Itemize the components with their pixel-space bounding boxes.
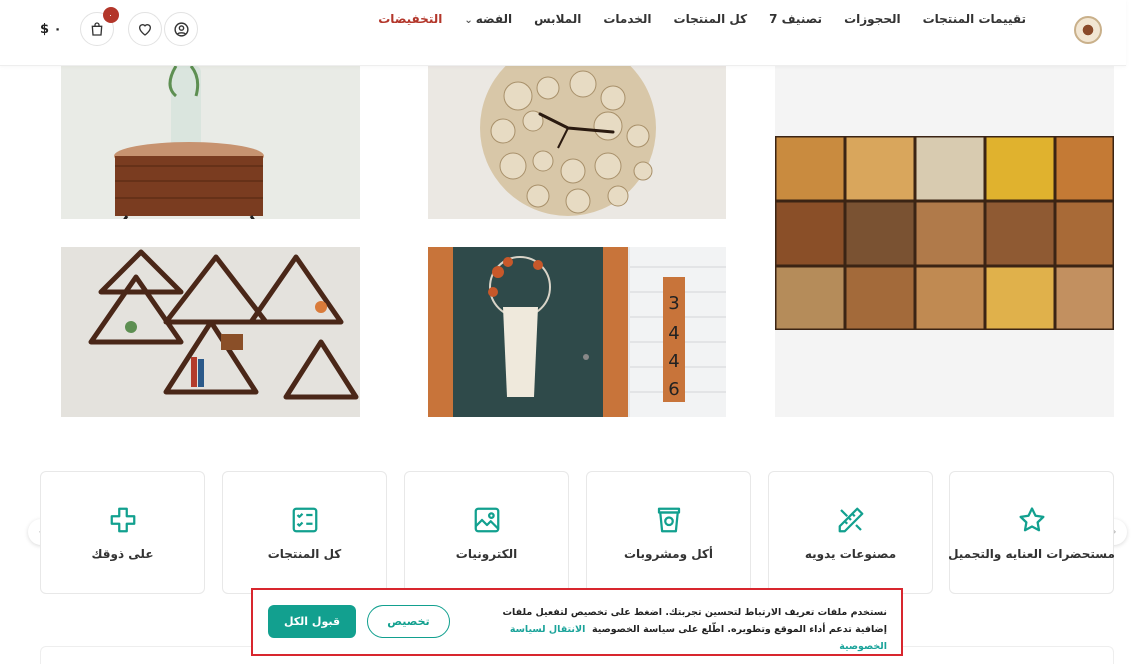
category-beauty[interactable]: مستحضرات العنايه والتجميل (948, 471, 1115, 594)
image-icon (474, 507, 499, 532)
category-label: على ذوقك (91, 546, 154, 561)
checklist-icon (292, 507, 317, 532)
wood-blocks-card[interactable] (775, 66, 1114, 417)
category-electronics[interactable]: الكترونيات (404, 471, 569, 594)
header-actions: $ ٠ ٠ (40, 7, 162, 46)
cart-button[interactable]: ٠ (79, 7, 119, 46)
door-wreath-image: 3 4 4 6 (408, 247, 726, 417)
customize-button[interactable]: تخصيص (367, 605, 450, 638)
ruler-pencil-icon (838, 507, 863, 532)
cookie-message: نستخدم ملفات تعريف الارتباط لتحسين تجربت… (483, 604, 887, 655)
user-icon (173, 21, 189, 37)
category-label: الكترونيات (455, 546, 518, 561)
triangle-shelves-image (41, 247, 360, 417)
svg-text:3: 3 (668, 293, 679, 314)
category-food-drinks[interactable]: أكل ومشروبات (586, 471, 751, 594)
svg-text:6: 6 (668, 379, 679, 400)
svg-text:4: 4 (668, 351, 679, 372)
category-label: كل المنتجات (267, 546, 342, 561)
category-handmade[interactable]: مصنوعات يدويه (768, 471, 933, 594)
account-button[interactable] (164, 12, 198, 46)
svg-text:4: 4 (668, 323, 679, 344)
door-wreath-card[interactable]: 3 4 4 6 (408, 247, 726, 417)
nav-item-bookings[interactable]: الحجوزات (844, 12, 901, 26)
category-all-products[interactable]: كل المنتجات (222, 471, 387, 594)
category-your-taste[interactable]: على ذوقك (40, 471, 205, 594)
wood-stump-table-card[interactable] (41, 66, 360, 219)
chevron-down-icon: ⌄ (464, 15, 473, 26)
wood-clock-image (408, 66, 726, 219)
wishlist-button[interactable] (127, 12, 162, 46)
cup-icon (657, 507, 680, 532)
category-label: أكل ومشروبات (623, 546, 714, 561)
site-header: التخفيضات الفضه⌄ الملابس الخدمات كل المن… (0, 0, 1126, 66)
nav-item-all-products[interactable]: كل المنتجات (674, 12, 748, 26)
star-icon (1019, 506, 1044, 531)
accept-all-button[interactable]: قبول الكل (268, 605, 356, 638)
nav-item-services[interactable]: الخدمات (603, 12, 651, 26)
plus-icon (110, 507, 135, 532)
heart-icon (138, 24, 151, 36)
nav-item-category-7[interactable]: تصنيف 7 (769, 12, 822, 26)
cart-count-badge: ٠ (102, 7, 119, 23)
nav-item-reviews[interactable]: تقييمات المنتجات (923, 12, 1026, 26)
categories-row: مستحضرات العنايه والتجميل مصنوعات يدويه … (40, 471, 1115, 594)
wood-blocks-image (775, 136, 1114, 330)
store-logo[interactable] (1074, 16, 1102, 44)
bag-icon (91, 22, 102, 36)
cart-total: $ ٠ (40, 21, 62, 37)
category-label: مصنوعات يدويه (804, 546, 897, 561)
triangle-shelves-card[interactable] (41, 247, 360, 417)
nav-item-sales[interactable]: التخفيضات (378, 12, 442, 26)
nav-item-clothes[interactable]: الملابس (534, 12, 581, 26)
wood-clock-card[interactable] (408, 66, 726, 219)
cookie-banner: نستخدم ملفات تعريف الارتباط لتحسين تجربت… (251, 588, 903, 656)
wood-stump-table-image (41, 66, 360, 219)
category-label: مستحضرات العنايه والتجميل (948, 546, 1115, 561)
nav-item-silver[interactable]: الفضه⌄ (464, 12, 512, 26)
main-nav: التخفيضات الفضه⌄ الملابس الخدمات كل المن… (378, 12, 1026, 26)
